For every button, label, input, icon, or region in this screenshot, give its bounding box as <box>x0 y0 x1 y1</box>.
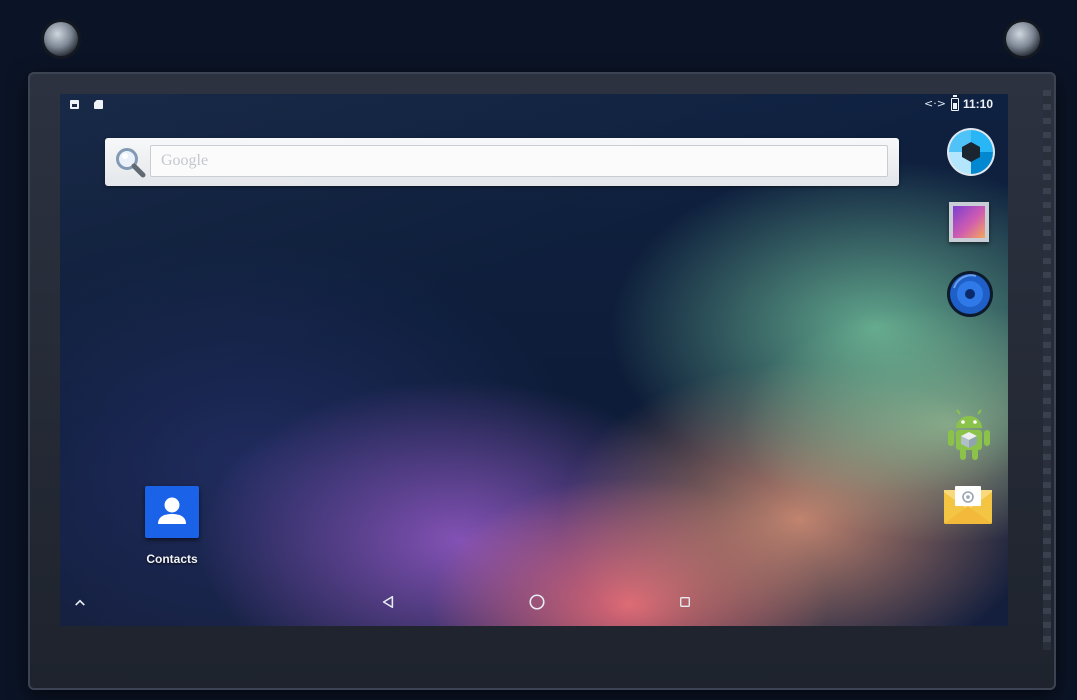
back-icon <box>382 595 394 609</box>
recents-icon <box>680 597 690 607</box>
home-button[interactable] <box>523 588 551 616</box>
gallery-icon[interactable] <box>949 202 989 242</box>
battery-icon <box>951 95 959 111</box>
photo-notification-icon <box>70 100 79 109</box>
contacts-label: Contacts <box>146 552 198 566</box>
music-icon[interactable] <box>946 270 994 318</box>
mounting-screw <box>44 22 78 56</box>
chevron-up-icon <box>75 599 85 606</box>
camera-icon[interactable] <box>946 127 996 177</box>
status-bar: <·> 11:10 <box>60 94 1008 116</box>
sd-card-icon <box>94 100 103 109</box>
sync-icon: <·> <box>924 97 946 110</box>
email-icon[interactable] <box>942 486 994 526</box>
home-icon <box>529 594 545 610</box>
apps-up-button[interactable] <box>66 588 94 616</box>
google-search-bar[interactable] <box>105 138 899 186</box>
mounting-screw <box>1006 22 1040 56</box>
bezel-strip <box>1043 90 1051 650</box>
home-screen: <·> 11:10 Google Contacts <box>60 94 1008 626</box>
search-input[interactable] <box>150 145 888 177</box>
contacts-icon[interactable] <box>145 486 199 538</box>
contacts-shortcut[interactable]: Contacts <box>140 486 204 570</box>
magnifier-icon[interactable] <box>113 145 147 179</box>
android-icon[interactable] <box>944 408 994 462</box>
recents-button[interactable] <box>671 588 699 616</box>
back-button[interactable] <box>374 588 402 616</box>
clock: 11:10 <box>963 97 994 111</box>
